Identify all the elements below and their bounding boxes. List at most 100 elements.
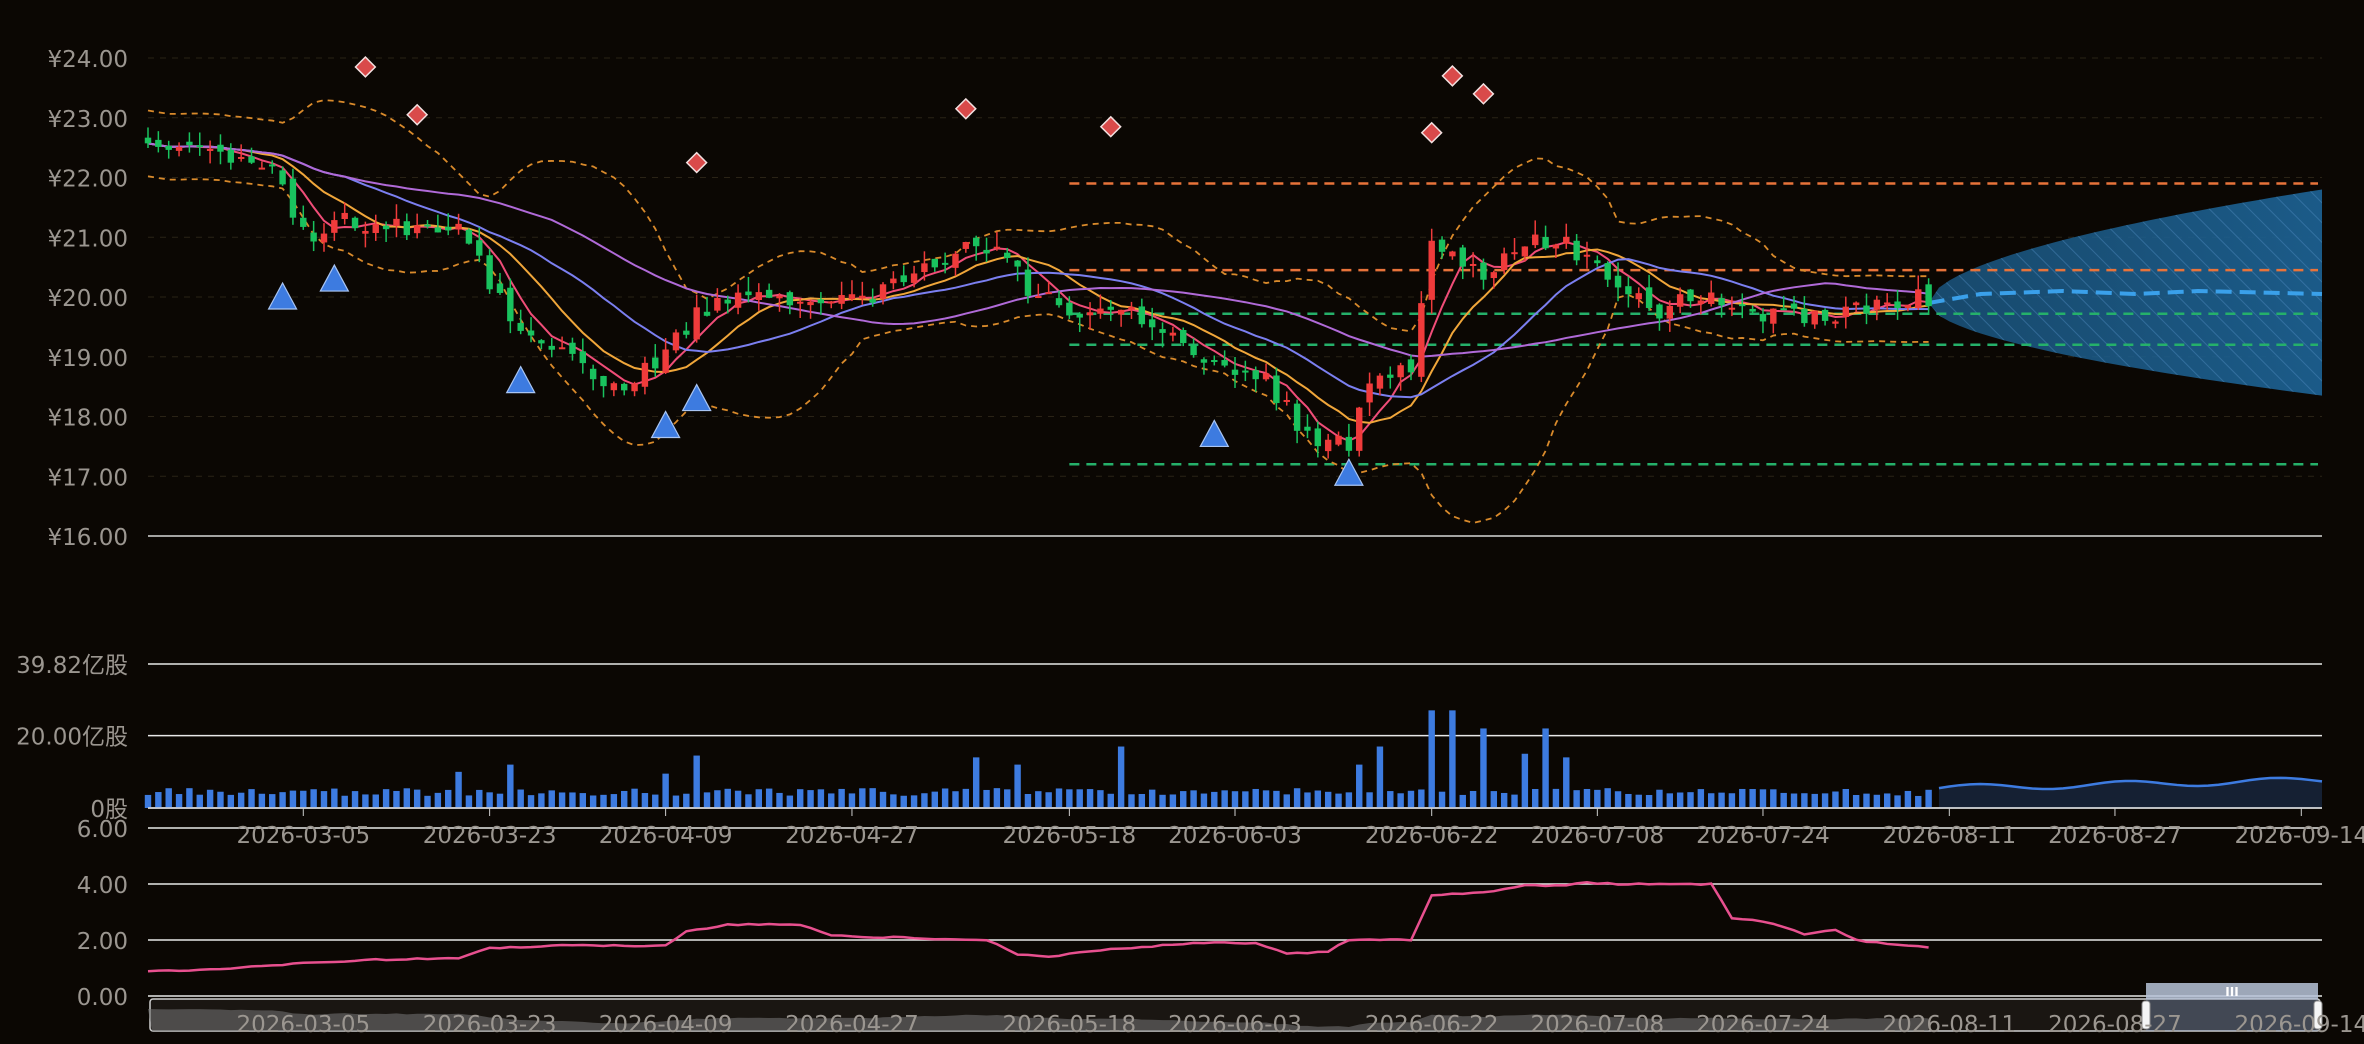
candle-body xyxy=(931,258,938,268)
grid-layer xyxy=(148,57,2322,997)
volume-bar xyxy=(993,788,1001,808)
volume-bar xyxy=(1428,710,1435,808)
moving-average-line xyxy=(147,142,1929,358)
volume-bar xyxy=(1832,791,1839,808)
candle-body xyxy=(1335,435,1342,445)
candle-body xyxy=(1004,252,1011,258)
candle-body xyxy=(341,212,348,220)
volume-bar xyxy=(527,795,535,808)
volume-bar xyxy=(186,788,193,808)
candle-body xyxy=(817,299,825,304)
candle-body xyxy=(1252,370,1259,380)
candle-body xyxy=(662,349,669,373)
volume-bar xyxy=(1708,793,1715,808)
volume-bar xyxy=(279,792,286,808)
volume-bar xyxy=(1883,793,1891,808)
volume-bar xyxy=(1563,757,1570,808)
x-tick-label: 2026-03-05 xyxy=(236,823,370,849)
candle-body xyxy=(1231,369,1239,375)
candle-body xyxy=(237,156,245,159)
volume-bar xyxy=(1687,792,1694,808)
candle-body xyxy=(403,221,411,236)
candle-body xyxy=(1397,365,1404,378)
candle-body xyxy=(693,307,700,340)
volume-bar xyxy=(1148,789,1156,808)
candle-body xyxy=(496,283,504,293)
candle-body xyxy=(962,242,970,249)
volume-bar xyxy=(1542,728,1549,808)
volume-bar xyxy=(1387,791,1394,808)
candle-body xyxy=(1614,275,1622,288)
volume-bar xyxy=(1200,793,1208,808)
volume-bar xyxy=(1076,789,1083,808)
candle-body xyxy=(465,229,473,244)
volume-bar xyxy=(1128,794,1135,808)
candle-body xyxy=(227,149,235,163)
candle-body xyxy=(1821,309,1829,321)
volume-bar xyxy=(372,794,379,808)
volume-bar xyxy=(610,794,618,808)
candle-body xyxy=(1480,262,1487,280)
candle-body xyxy=(1583,254,1591,257)
candle-body xyxy=(910,273,918,283)
candle-body xyxy=(1086,312,1094,316)
volume-bar xyxy=(1407,790,1415,808)
zoom-slider[interactable]: III 2026-03-05 2026-03-23 2026-04-09 2026-04… xyxy=(148,983,2364,1038)
volume-bar xyxy=(1863,793,1870,808)
volume-bar xyxy=(341,795,348,808)
candle-body xyxy=(331,220,338,233)
volume-layer xyxy=(144,710,2323,809)
volume-bar xyxy=(972,757,980,808)
volume-bar xyxy=(1666,793,1674,808)
candle-body xyxy=(1604,263,1611,280)
candle-body xyxy=(320,233,328,243)
candle-body xyxy=(1200,359,1208,363)
candle-body xyxy=(206,148,214,151)
volume-bar xyxy=(1573,790,1580,808)
axis-labels-layer: ¥24.00 ¥23.00 ¥22.00 ¥21.00 ¥20.00 ¥19.00 ¥18.… xyxy=(16,47,2364,1011)
volume-bar xyxy=(1625,793,1632,808)
volume-bar xyxy=(1821,793,1829,808)
candle-body xyxy=(610,383,618,391)
volume-bar xyxy=(1459,794,1466,808)
volume-bar xyxy=(1594,789,1601,808)
price-tick-label: ¥18.00 xyxy=(48,406,128,432)
volume-bar xyxy=(155,792,162,808)
buy-signal-marker xyxy=(505,365,536,394)
candle-body xyxy=(579,351,587,364)
volume-bar xyxy=(517,789,524,808)
volume-bar xyxy=(1014,764,1021,808)
candle-body xyxy=(186,141,193,145)
candle-body xyxy=(1055,298,1063,306)
candle-body xyxy=(859,295,866,299)
volume-bar xyxy=(1925,789,1932,808)
candle-body xyxy=(558,347,566,350)
sell-signal-marker xyxy=(1420,121,1443,144)
volume-bar xyxy=(206,789,214,808)
volume-bar xyxy=(1004,789,1011,808)
volume-bar xyxy=(289,790,297,808)
volume-bar xyxy=(507,764,514,808)
volume-bar xyxy=(1676,792,1684,808)
candle-body xyxy=(952,253,959,268)
volume-bar xyxy=(724,788,731,808)
candle-body xyxy=(1469,263,1477,266)
candle-body xyxy=(848,294,856,300)
candle-body xyxy=(155,139,162,147)
volume-bar xyxy=(1656,789,1663,808)
volume-bar xyxy=(672,795,680,808)
volume-bar xyxy=(1500,792,1508,808)
volume-bar xyxy=(1304,792,1311,808)
candle-body xyxy=(1811,310,1818,325)
price-tick-label: ¥16.00 xyxy=(48,525,128,551)
x-tick-label: 2026-03-23 xyxy=(423,823,557,849)
volume-bar xyxy=(786,795,794,808)
candle-body xyxy=(1863,305,1870,314)
x-tick-label: 2026-06-22 xyxy=(1365,823,1499,849)
candle-body xyxy=(1904,304,1912,308)
volume-bar xyxy=(465,795,473,808)
volume-bar xyxy=(910,795,918,808)
volume-bar xyxy=(1904,790,1912,808)
x-tick-label: 2026-05-18 xyxy=(1003,823,1137,849)
candle-body xyxy=(1211,360,1218,363)
